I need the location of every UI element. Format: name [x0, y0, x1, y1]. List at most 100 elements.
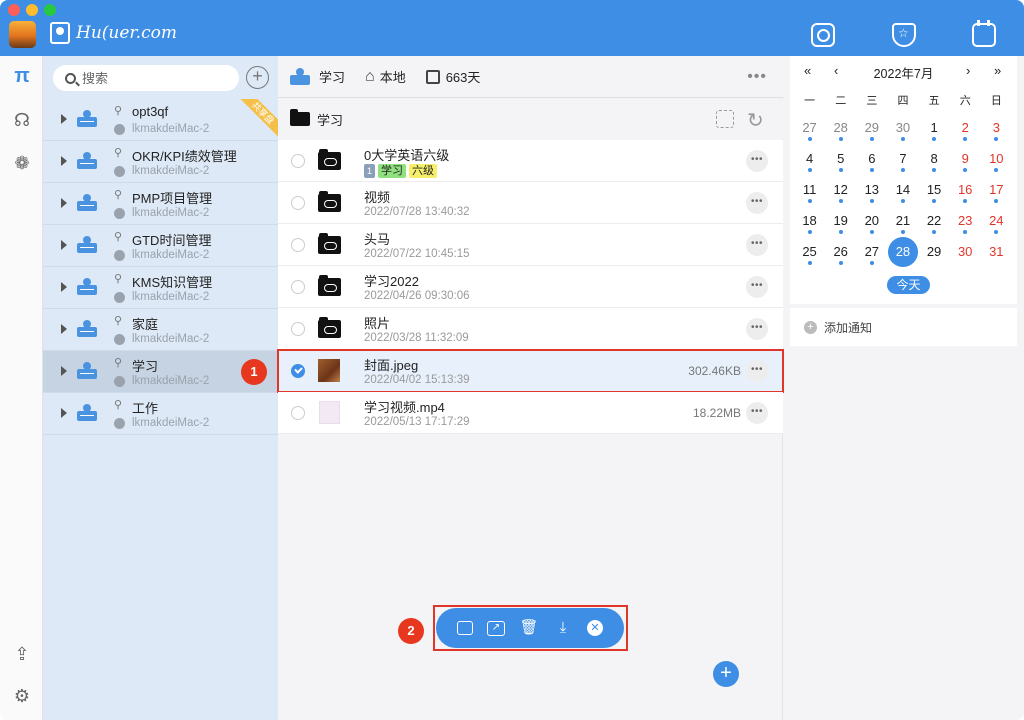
expand-arrow-icon[interactable]	[61, 156, 67, 166]
row-more-button[interactable]: •••	[746, 234, 768, 256]
calendar-day[interactable]: 27	[794, 120, 825, 151]
share-icon[interactable]: ↗	[487, 620, 505, 636]
drive-item-work[interactable]: ⚲ 工作 lkmakdeiMac-2	[43, 393, 278, 435]
select-radio[interactable]	[291, 154, 305, 168]
calendar-day[interactable]: 3	[981, 120, 1012, 151]
calendar-day[interactable]: 18	[794, 213, 825, 244]
calendar-day[interactable]: 29	[919, 244, 950, 275]
zoom-window-button[interactable]	[44, 4, 56, 16]
calendar-day[interactable]: 29	[856, 120, 887, 151]
copy-icon[interactable]	[457, 621, 473, 635]
file-row[interactable]: 照片 2022/03/28 11:32:09 •••	[278, 308, 783, 350]
row-more-button[interactable]: •••	[746, 402, 768, 424]
row-more-button[interactable]: •••	[746, 360, 768, 382]
drive-item-opt3qf[interactable]: ⚲ opt3qf lkmakdeiMac-2 共享盘	[43, 99, 278, 141]
add-file-button[interactable]: +	[713, 661, 739, 687]
calendar-day[interactable]: 15	[919, 182, 950, 213]
delete-trash-icon[interactable]: 🗑	[519, 618, 539, 638]
expand-arrow-icon[interactable]	[61, 324, 67, 334]
select-radio[interactable]	[291, 406, 305, 420]
calendar-day[interactable]: 1	[919, 120, 950, 151]
calendar-day[interactable]: 22	[919, 213, 950, 244]
drive-item-family[interactable]: ⚲ 家庭 lkmakdeiMac-2	[43, 309, 278, 351]
row-more-button[interactable]: •••	[746, 318, 768, 340]
expand-arrow-icon[interactable]	[61, 408, 67, 418]
current-drive[interactable]: 学习	[290, 67, 345, 86]
calendar-day[interactable]: 4	[794, 151, 825, 182]
drive-item-study[interactable]: ⚲ 学习 lkmakdeiMac-2 1	[43, 351, 278, 393]
location-local[interactable]: ⌂ 本地	[365, 67, 406, 86]
drives-nav-icon[interactable]: π	[10, 64, 34, 88]
expand-arrow-icon[interactable]	[61, 198, 67, 208]
file-row[interactable]: 学习2022 2022/04/26 09:30:06 •••	[278, 266, 783, 308]
add-drive-button[interactable]: +	[246, 66, 269, 89]
minimize-window-button[interactable]	[26, 4, 38, 16]
app-avatar-icon[interactable]	[9, 21, 36, 48]
calendar-day[interactable]: 23	[950, 213, 981, 244]
select-radio-checked[interactable]	[291, 364, 305, 378]
select-radio[interactable]	[291, 238, 305, 252]
calendar-day[interactable]: 13	[856, 182, 887, 213]
drive-item-pmp[interactable]: ⚲ PMP项目管理 lkmakdeiMac-2	[43, 183, 278, 225]
brain-nav-icon[interactable]: ☊	[10, 108, 34, 132]
calendar-day[interactable]: 2	[950, 120, 981, 151]
select-radio[interactable]	[291, 196, 305, 210]
favorites-icon[interactable]	[892, 23, 916, 47]
tag[interactable]: 学习	[378, 164, 407, 178]
calendar-day[interactable]: 12	[825, 182, 856, 213]
close-selection-icon[interactable]: ✕	[587, 620, 603, 636]
file-row-selected[interactable]: 封面.jpeg 2022/04/02 15:13:39 302.46KB •••	[277, 349, 784, 393]
drive-item-gtd[interactable]: ⚲ GTD时间管理 lkmakdeiMac-2	[43, 225, 278, 267]
row-more-button[interactable]: •••	[746, 276, 768, 298]
drive-item-kms[interactable]: ⚲ KMS知识管理 lkmakdeiMac-2	[43, 267, 278, 309]
calendar-day[interactable]: 7	[887, 151, 918, 182]
file-row[interactable]: 学习视频.mp4 2022/05/13 17:17:29 18.22MB •••	[278, 392, 783, 434]
calendar-day[interactable]: 20	[856, 213, 887, 244]
calendar-day-today[interactable]: 28	[887, 237, 918, 275]
close-window-button[interactable]	[8, 4, 20, 16]
next-month-button[interactable]: ›	[966, 63, 970, 78]
today-button[interactable]: 今天	[887, 276, 930, 294]
calendar-day[interactable]: 17	[981, 182, 1012, 213]
download-icon[interactable]: ⤓	[553, 618, 573, 638]
cloud-upload-icon[interactable]: ⇪	[10, 642, 34, 666]
row-more-button[interactable]: •••	[746, 150, 768, 172]
settings-gear-icon[interactable]: ⚙	[10, 684, 34, 708]
calendar-day[interactable]: 16	[950, 182, 981, 213]
calendar-day[interactable]: 19	[825, 213, 856, 244]
calendar-day[interactable]: 6	[856, 151, 887, 182]
calendar-day[interactable]: 9	[950, 151, 981, 182]
drive-item-okr[interactable]: ⚲ OKR/KPI绩效管理 lkmakdeiMac-2	[43, 141, 278, 183]
next-year-button[interactable]: »	[994, 63, 1001, 78]
select-radio[interactable]	[291, 280, 305, 294]
apps-nav-icon[interactable]: ❁	[10, 151, 34, 175]
row-more-button[interactable]: •••	[746, 192, 768, 214]
file-row[interactable]: 头马 2022/07/22 10:45:15 •••	[278, 224, 783, 266]
calendar-day[interactable]: 30	[950, 244, 981, 275]
sync-compare-icon[interactable]	[716, 110, 734, 128]
refresh-icon[interactable]: ↻	[747, 108, 764, 133]
calendar-day[interactable]: 5	[825, 151, 856, 182]
calendar-day[interactable]: 11	[794, 182, 825, 213]
calendar-day[interactable]: 31	[981, 244, 1012, 275]
search-box[interactable]	[53, 65, 239, 91]
tag[interactable]: 六级	[409, 164, 438, 178]
expand-arrow-icon[interactable]	[61, 366, 67, 376]
file-row[interactable]: 0大学英语六级 1 学习 六级 •••	[278, 140, 783, 182]
calendar-day[interactable]: 25	[794, 244, 825, 275]
file-row[interactable]: 视频 2022/07/28 13:40:32 •••	[278, 182, 783, 224]
calendar-day[interactable]: 28	[825, 120, 856, 151]
search-input[interactable]	[82, 70, 222, 86]
calendar-day[interactable]: 8	[919, 151, 950, 182]
expand-arrow-icon[interactable]	[61, 240, 67, 250]
select-radio[interactable]	[291, 322, 305, 336]
calendar-day[interactable]: 30	[887, 120, 918, 151]
add-notice-button[interactable]: + 添加通知	[790, 308, 1017, 346]
calendar-icon[interactable]	[972, 20, 996, 47]
calendar-day[interactable]: 10	[981, 151, 1012, 182]
search-panel-icon[interactable]	[811, 23, 835, 47]
expand-arrow-icon[interactable]	[61, 282, 67, 292]
calendar-day[interactable]: 26	[825, 244, 856, 275]
calendar-day[interactable]: 27	[856, 244, 887, 275]
expand-arrow-icon[interactable]	[61, 114, 67, 124]
